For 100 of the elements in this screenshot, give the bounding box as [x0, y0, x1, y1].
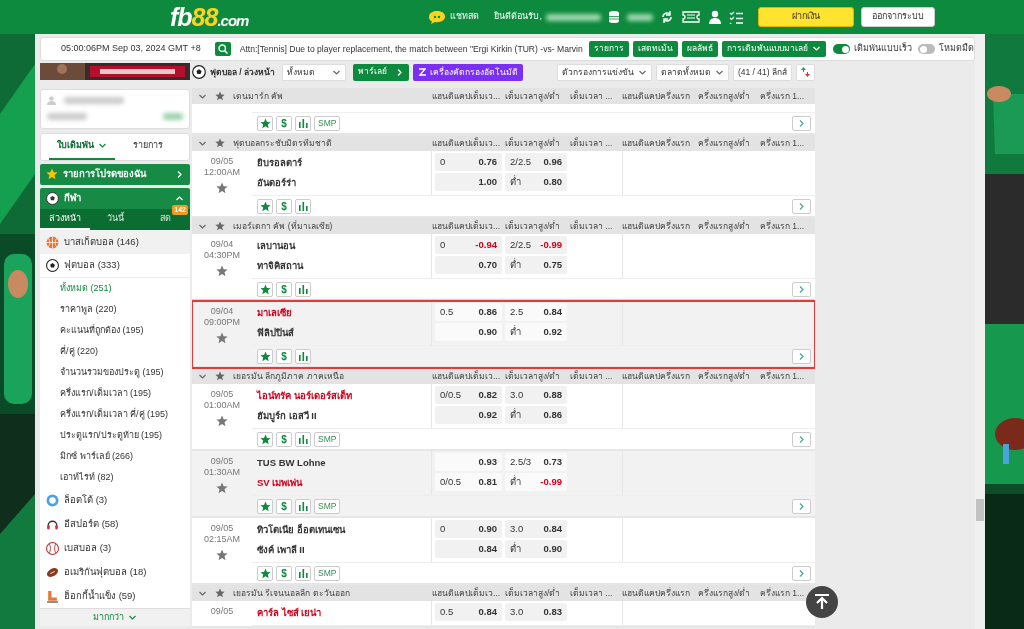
- person-icon[interactable]: [708, 10, 722, 24]
- stats-button[interactable]: [295, 348, 311, 364]
- favorite-button[interactable]: [257, 431, 273, 447]
- bet-button[interactable]: $: [276, 115, 292, 131]
- odds-cell[interactable]: 3.0 0.88: [505, 386, 567, 404]
- odds-cell[interactable]: ต่ำ 0.80: [505, 173, 567, 191]
- ticket-icon[interactable]: [681, 11, 701, 23]
- sport-item[interactable]: ฮ็อกกี้น้ำแข็ง (59): [40, 584, 190, 608]
- favorite-button[interactable]: [257, 115, 273, 131]
- odds-cell[interactable]: 0.93: [435, 453, 502, 471]
- menu-button[interactable]: เสตทเม้น: [633, 41, 678, 57]
- sport-tab[interactable]: วันนี้: [90, 208, 140, 230]
- next-button[interactable]: [792, 431, 811, 447]
- bet-button[interactable]: $: [276, 498, 292, 514]
- next-button[interactable]: [792, 498, 811, 514]
- odds-cell[interactable]: 0.70: [435, 256, 502, 274]
- odds-cell[interactable]: 0 -0.94: [435, 236, 502, 254]
- menu-button[interactable]: การเดิมพันแบบมาเลย์: [722, 41, 826, 57]
- favorite-button[interactable]: [257, 198, 273, 214]
- league-count[interactable]: (41 / 41) ลีกส์: [732, 63, 792, 81]
- league-select[interactable]: ทั้งหมด: [282, 63, 347, 81]
- stats-button[interactable]: [295, 565, 311, 581]
- coins-icon[interactable]: [608, 10, 620, 24]
- smp-button[interactable]: SMP: [314, 565, 341, 581]
- smp-button[interactable]: SMP: [314, 431, 341, 447]
- sort-button[interactable]: [796, 63, 815, 81]
- next-button[interactable]: [792, 348, 811, 364]
- favorite-button[interactable]: [257, 565, 273, 581]
- odds-cell[interactable]: 3.0 0.83: [505, 603, 567, 621]
- smp-button[interactable]: SMP: [314, 498, 341, 514]
- market-filter-select[interactable]: ตลาดทั้งหมด: [655, 63, 729, 81]
- next-button[interactable]: [792, 115, 811, 131]
- submenu-item[interactable]: ครึ่งแรก/เต็มเวลา (195): [40, 383, 190, 404]
- league-header[interactable]: เมอร์เดกา คัพ (ที่มาเลเซีย) แฮนดิแคปเต็มเว... เต็มเวลาสูง/ต่ำ เต็มเวลา ... แฮนดิแคปครึ่งแรก ครึ่งแรกสูง/ต่ำ ครึ่งแรก 1...: [192, 218, 815, 234]
- submenu-item[interactable]: มิกซ์ พาร์เลย์ (266): [40, 446, 190, 467]
- odds-cell[interactable]: 0 0.90: [435, 520, 502, 538]
- deposit-button[interactable]: ฝากเงิน: [758, 7, 854, 27]
- sport-item[interactable]: อีสปอร์ต (58): [40, 512, 190, 536]
- submenu-item[interactable]: ประตูแรก/ประตูท้าย (195): [40, 425, 190, 446]
- odds-cell[interactable]: 0/0.5 0.82: [435, 386, 502, 404]
- more-button[interactable]: มากกว่า: [40, 608, 190, 626]
- odds-cell[interactable]: 2/2.5 -0.99: [505, 236, 567, 254]
- odds-cell[interactable]: 0.92: [435, 406, 502, 424]
- odds-cell[interactable]: 2.5 0.84: [505, 303, 567, 321]
- favorite-button[interactable]: [257, 348, 273, 364]
- league-header[interactable]: เยอรมัน รีเจนนอลลีก ตะวันออก แฮนดิแคปเต็มเว... เต็มเวลาสูง/ต่ำ เต็มเวลา ... แฮนดิแคปครึ่งแรก ครึ่งแรกสูง/ต่ำ ครึ่งแรก 1...: [192, 585, 815, 601]
- favorite-button[interactable]: [257, 281, 273, 297]
- search-button[interactable]: [214, 42, 231, 56]
- menu-button[interactable]: ผลลัพธ์: [682, 41, 718, 57]
- bet-button[interactable]: $: [276, 348, 292, 364]
- odds-cell[interactable]: 0.84: [435, 540, 502, 558]
- bet-button[interactable]: $: [276, 281, 292, 297]
- odds-cell[interactable]: 1.00: [435, 173, 502, 191]
- stats-button[interactable]: [295, 498, 311, 514]
- scrollbar[interactable]: [975, 34, 985, 629]
- odds-cell[interactable]: ต่ำ 0.75: [505, 256, 567, 274]
- smp-button[interactable]: SMP: [314, 115, 341, 131]
- odds-cell[interactable]: ต่ำ 0.92: [505, 323, 567, 341]
- bet-button[interactable]: $: [276, 431, 292, 447]
- submenu-item[interactable]: ครึ่งแรก/เต็มเวลา คี่/คู่ (195): [40, 404, 190, 425]
- submenu-item[interactable]: เอาท์ไรท์ (82): [40, 467, 190, 488]
- sport-item[interactable]: อเมริกันฟุตบอล (18): [40, 560, 190, 584]
- refresh-icon[interactable]: [660, 10, 674, 24]
- toggle-switch[interactable]: [833, 44, 850, 54]
- odds-cell[interactable]: 0/0.5 0.81: [435, 473, 502, 491]
- sport-item[interactable]: ล็อตโต้ (3): [40, 488, 190, 512]
- match-filter-select[interactable]: ตัวกรองการแข่งขัน: [556, 63, 652, 81]
- sport-item[interactable]: บาสเก็ตบอล (146): [40, 230, 190, 254]
- bet-button[interactable]: $: [276, 565, 292, 581]
- chat-link[interactable]: แชทสด: [450, 10, 480, 24]
- stats-button[interactable]: [295, 281, 311, 297]
- odds-cell[interactable]: ต่ำ -0.99: [505, 473, 567, 491]
- league-header[interactable]: เดนมาร์ก คัพ แฮนดิแคปเต็มเว... เต็มเวลาสูง/ต่ำ เต็มเวลา ... แฮนดิแคปครึ่งแรก ครึ่งแรกสูง/ต่ำ ครึ่งแรก 1...: [192, 88, 815, 104]
- odds-cell[interactable]: 3.0 0.84: [505, 520, 567, 538]
- next-button[interactable]: [792, 198, 811, 214]
- scroll-top-button[interactable]: [806, 586, 838, 618]
- league-header[interactable]: ฟุตบอลกระชับมิตรทีมชาติ แฮนดิแคปเต็มเว... เต็มเวลาสูง/ต่ำ เต็มเวลา ... แฮนดิแคปครึ่งแรก ครึ่งแรกสูง/ต่ำ ครึ่งแรก 1...: [192, 135, 815, 151]
- sport-item[interactable]: ฟุตบอล (333): [40, 254, 190, 278]
- toggle-switch[interactable]: [918, 44, 935, 54]
- next-button[interactable]: [792, 281, 811, 297]
- odds-cell[interactable]: 2.5/3 0.73: [505, 453, 567, 471]
- odds-cell[interactable]: 2/2.5 0.96: [505, 153, 567, 171]
- next-button[interactable]: [792, 565, 811, 581]
- auto-filter-button[interactable]: เครื่องคัดกรองอัตโนมัติ: [413, 63, 524, 81]
- bet-button[interactable]: $: [276, 198, 292, 214]
- odds-cell[interactable]: ต่ำ 0.90: [505, 540, 567, 558]
- logo[interactable]: fb88.com: [170, 4, 249, 30]
- submenu-item[interactable]: ราคาพูล (220): [40, 299, 190, 320]
- checklist-icon[interactable]: [729, 10, 743, 24]
- stats-button[interactable]: [295, 198, 311, 214]
- logout-button[interactable]: ออกจากระบบ: [861, 7, 935, 27]
- stats-button[interactable]: [295, 431, 311, 447]
- submenu-item[interactable]: ทั้งหมด (251): [40, 278, 190, 299]
- submenu-item[interactable]: คี่/คู่ (220): [40, 341, 190, 362]
- odds-cell[interactable]: 0.5 0.84: [435, 603, 502, 621]
- stats-button[interactable]: [295, 115, 311, 131]
- odds-cell[interactable]: ต่ำ 0.86: [505, 406, 567, 424]
- odds-cell[interactable]: 0.90: [435, 323, 502, 341]
- odds-cell[interactable]: 0 0.76: [435, 153, 502, 171]
- submenu-item[interactable]: คะแนนที่ถูกต้อง (195): [40, 320, 190, 341]
